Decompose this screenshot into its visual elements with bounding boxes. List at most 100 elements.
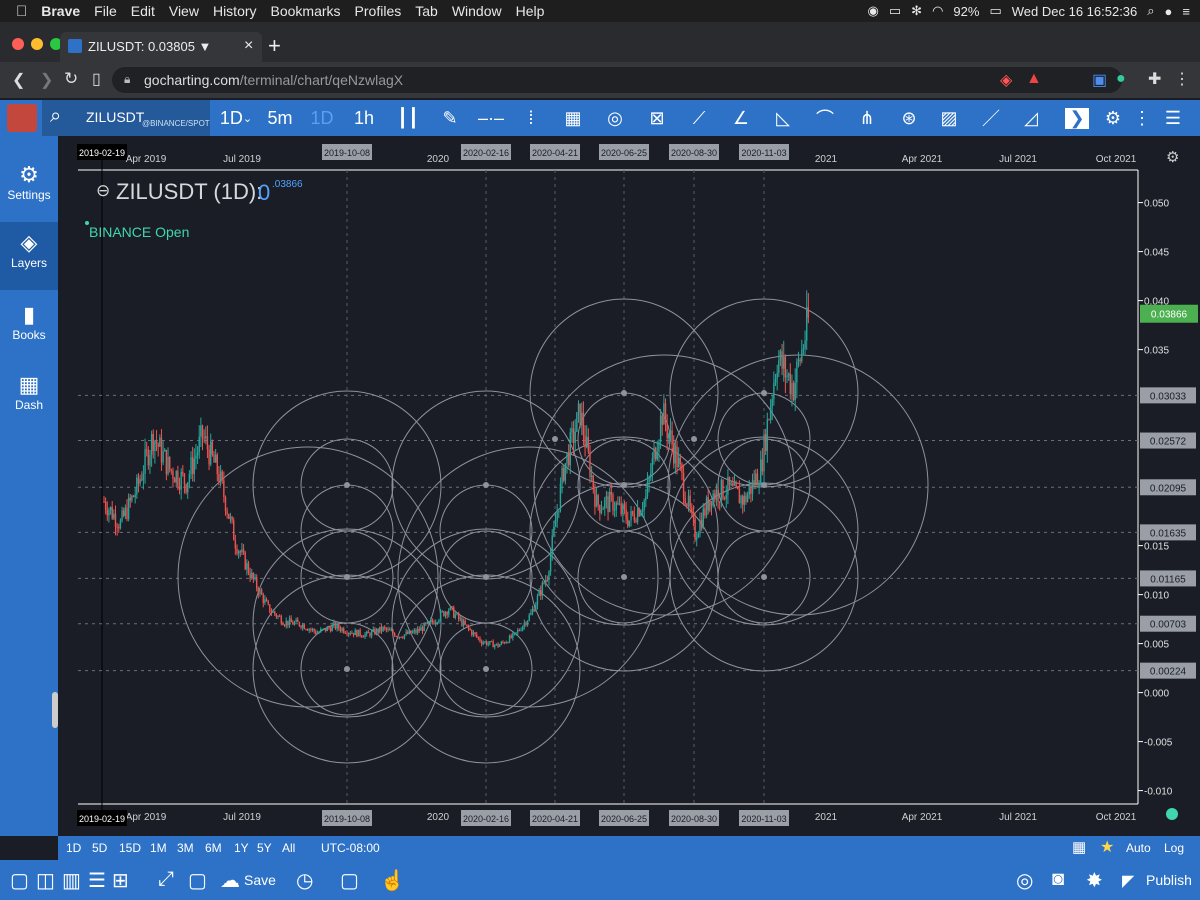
search-icon[interactable]: ⌕ (50, 105, 61, 128)
hamburger-menu-icon[interactable]: ☰ (1158, 100, 1188, 136)
title-zoom-icon[interactable]: ⊖ (96, 181, 110, 200)
add-window-icon[interactable]: ▢ (340, 868, 359, 893)
new-tab-button[interactable]: + (268, 33, 281, 59)
trend-line-icon[interactable]: ⟋ (684, 100, 714, 136)
screen-icon[interactable]: ▭ (889, 3, 901, 19)
sidebar-item-books[interactable]: ▮ Books (0, 294, 58, 362)
wifi-icon[interactable]: ◠ (932, 3, 943, 19)
star-icon[interactable]: ★ (1100, 837, 1114, 857)
bookmark-icon[interactable]: ▯ (92, 69, 101, 89)
sidebar-item-layers[interactable]: ◈ Layers (0, 222, 58, 290)
hand-icon[interactable]: ☝ (380, 868, 405, 893)
menu-help[interactable]: Help (516, 3, 545, 19)
cloud-save-icon[interactable]: ☁ (220, 868, 240, 893)
chart-svg[interactable]: 0.0500.0450.0400.0350.0150.0100.0050.000… (58, 136, 1200, 836)
app-menu[interactable]: Brave (41, 3, 80, 19)
menu-profiles[interactable]: Profiles (355, 3, 402, 19)
range-5d[interactable]: 5D (92, 841, 107, 855)
status-app-icon[interactable]: ◉ (868, 3, 879, 19)
alarm-icon[interactable]: ◷ (296, 868, 313, 893)
log-scale-toggle[interactable]: Log (1164, 841, 1184, 855)
url-bar[interactable]: 🔒︎ gocharting.com/terminal/chart/qeNzwla… (112, 67, 1126, 93)
fib-fan-icon[interactable]: ◺ (768, 100, 798, 136)
expand-tools-icon[interactable]: ❯ (1062, 100, 1092, 136)
range-1m[interactable]: 1M (150, 841, 167, 855)
timezone-label[interactable]: UTC-08:00 (321, 841, 380, 855)
publish-button[interactable]: Publish (1146, 872, 1192, 888)
gann-box-icon[interactable]: ⊠ (642, 100, 672, 136)
pitchfork-icon[interactable]: ⋔ (852, 100, 882, 136)
bluetooth-icon[interactable]: ✻ (911, 3, 922, 19)
interval-dropdown[interactable]: 1D ⌄ (216, 100, 256, 136)
menu-history[interactable]: History (213, 3, 257, 19)
interval-5m[interactable]: 5m (262, 100, 298, 136)
clock[interactable]: Wed Dec 16 16:52:36 (1012, 4, 1138, 19)
angle-icon[interactable]: ∠ (726, 100, 756, 136)
interval-1h[interactable]: 1h (346, 100, 382, 136)
layout-rows-icon[interactable]: ☰ (88, 868, 106, 893)
back-icon[interactable]: ❮ (12, 70, 25, 90)
spiral-icon[interactable]: ◎ (600, 100, 630, 136)
chart-type-icon[interactable]: ┃┃ (390, 100, 426, 136)
grid-icon[interactable]: ▦ (558, 100, 588, 136)
menu-edit[interactable]: Edit (131, 3, 155, 19)
extension-icon[interactable]: ● (1116, 70, 1126, 88)
chart-settings-icon[interactable]: ⚙ (1166, 149, 1179, 166)
range-1d[interactable]: 1D (66, 841, 81, 855)
menu-file[interactable]: File (94, 3, 117, 19)
fullscreen-icon[interactable]: ⤢ (158, 868, 174, 891)
rewards-icon[interactable]: ▲ (1026, 70, 1042, 88)
range-all[interactable]: All (282, 841, 295, 855)
horizontal-line-icon[interactable]: –·– (476, 100, 506, 136)
layout-three-icon[interactable]: ▥ (62, 868, 81, 893)
layout-grid-icon[interactable]: ⊞ (112, 868, 129, 893)
sidebar-item-settings[interactable]: ⚙ Settings (0, 154, 58, 222)
sidebar-item-dash[interactable]: ▦ Dash (0, 364, 58, 432)
browser-menu-icon[interactable]: ⋮ (1174, 69, 1190, 89)
layout-two-icon[interactable]: ◫ (36, 868, 55, 893)
battery-percent[interactable]: 92% (953, 4, 979, 19)
circle-grid-icon[interactable]: ⊛ (894, 100, 924, 136)
shields-icon[interactable]: ◈ (1000, 70, 1012, 90)
triangle-icon[interactable]: ◿ (1016, 100, 1046, 136)
menu-view[interactable]: View (169, 3, 199, 19)
layout-single-icon[interactable]: ▢ (10, 868, 29, 893)
range-6m[interactable]: 6M (205, 841, 222, 855)
chart-area[interactable]: 0.050 0.045 0.040 0.035 0.015 0.010 0.005 0.000… (58, 136, 1200, 836)
close-window-button[interactable] (12, 38, 24, 50)
auto-scale-toggle[interactable]: Auto (1126, 841, 1151, 855)
spotlight-icon[interactable]: ⌕ (1147, 3, 1154, 19)
forward-icon[interactable]: ❯ (40, 70, 53, 90)
save-button[interactable]: Save (244, 872, 276, 888)
tab-close-button[interactable]: × (244, 37, 253, 55)
vertical-line-icon[interactable]: ⁞ (516, 100, 546, 136)
bug-icon[interactable]: ✸ (1086, 868, 1103, 893)
translate-icon[interactable]: ▣ (1092, 70, 1107, 90)
minimize-window-button[interactable] (31, 38, 43, 50)
publish-icon[interactable]: ◤ (1122, 871, 1134, 891)
range-15d[interactable]: 15D (119, 841, 141, 855)
reload-icon[interactable]: ↻ (64, 69, 78, 89)
grid-toggle-icon[interactable]: ▦ (1072, 838, 1086, 856)
settings-gear-icon[interactable]: ⚙ (1098, 100, 1128, 136)
support-icon[interactable]: ◎ (1016, 868, 1033, 893)
apple-menu-icon[interactable]:  (16, 3, 27, 20)
range-3m[interactable]: 3M (177, 841, 194, 855)
control-center-icon[interactable]: ≡ (1182, 4, 1190, 19)
range-1y[interactable]: 1Y (234, 841, 249, 855)
curve-icon[interactable]: ⌒ (810, 100, 840, 136)
snapshot-icon[interactable]: ▢ (188, 868, 207, 893)
extensions-icon[interactable]: ✚ (1148, 69, 1161, 89)
symbol-search[interactable]: ⌕ ZILUSDT @BINANCE/SPOT (42, 100, 210, 136)
image-icon[interactable]: ▨ (934, 100, 964, 136)
more-icon[interactable]: ⋮ (1128, 100, 1156, 136)
siri-icon[interactable]: ● (1165, 4, 1173, 19)
interval-1d[interactable]: 1D (304, 100, 340, 136)
ray-icon[interactable]: ／ (976, 100, 1006, 136)
menu-bookmarks[interactable]: Bookmarks (271, 3, 341, 19)
discord-icon[interactable]: ◙ (1052, 868, 1064, 891)
menu-window[interactable]: Window (452, 3, 502, 19)
browser-tab[interactable]: ZILUSDT: 0.03805 ▼ × (60, 32, 262, 62)
menu-tab[interactable]: Tab (415, 3, 438, 19)
range-5y[interactable]: 5Y (257, 841, 272, 855)
